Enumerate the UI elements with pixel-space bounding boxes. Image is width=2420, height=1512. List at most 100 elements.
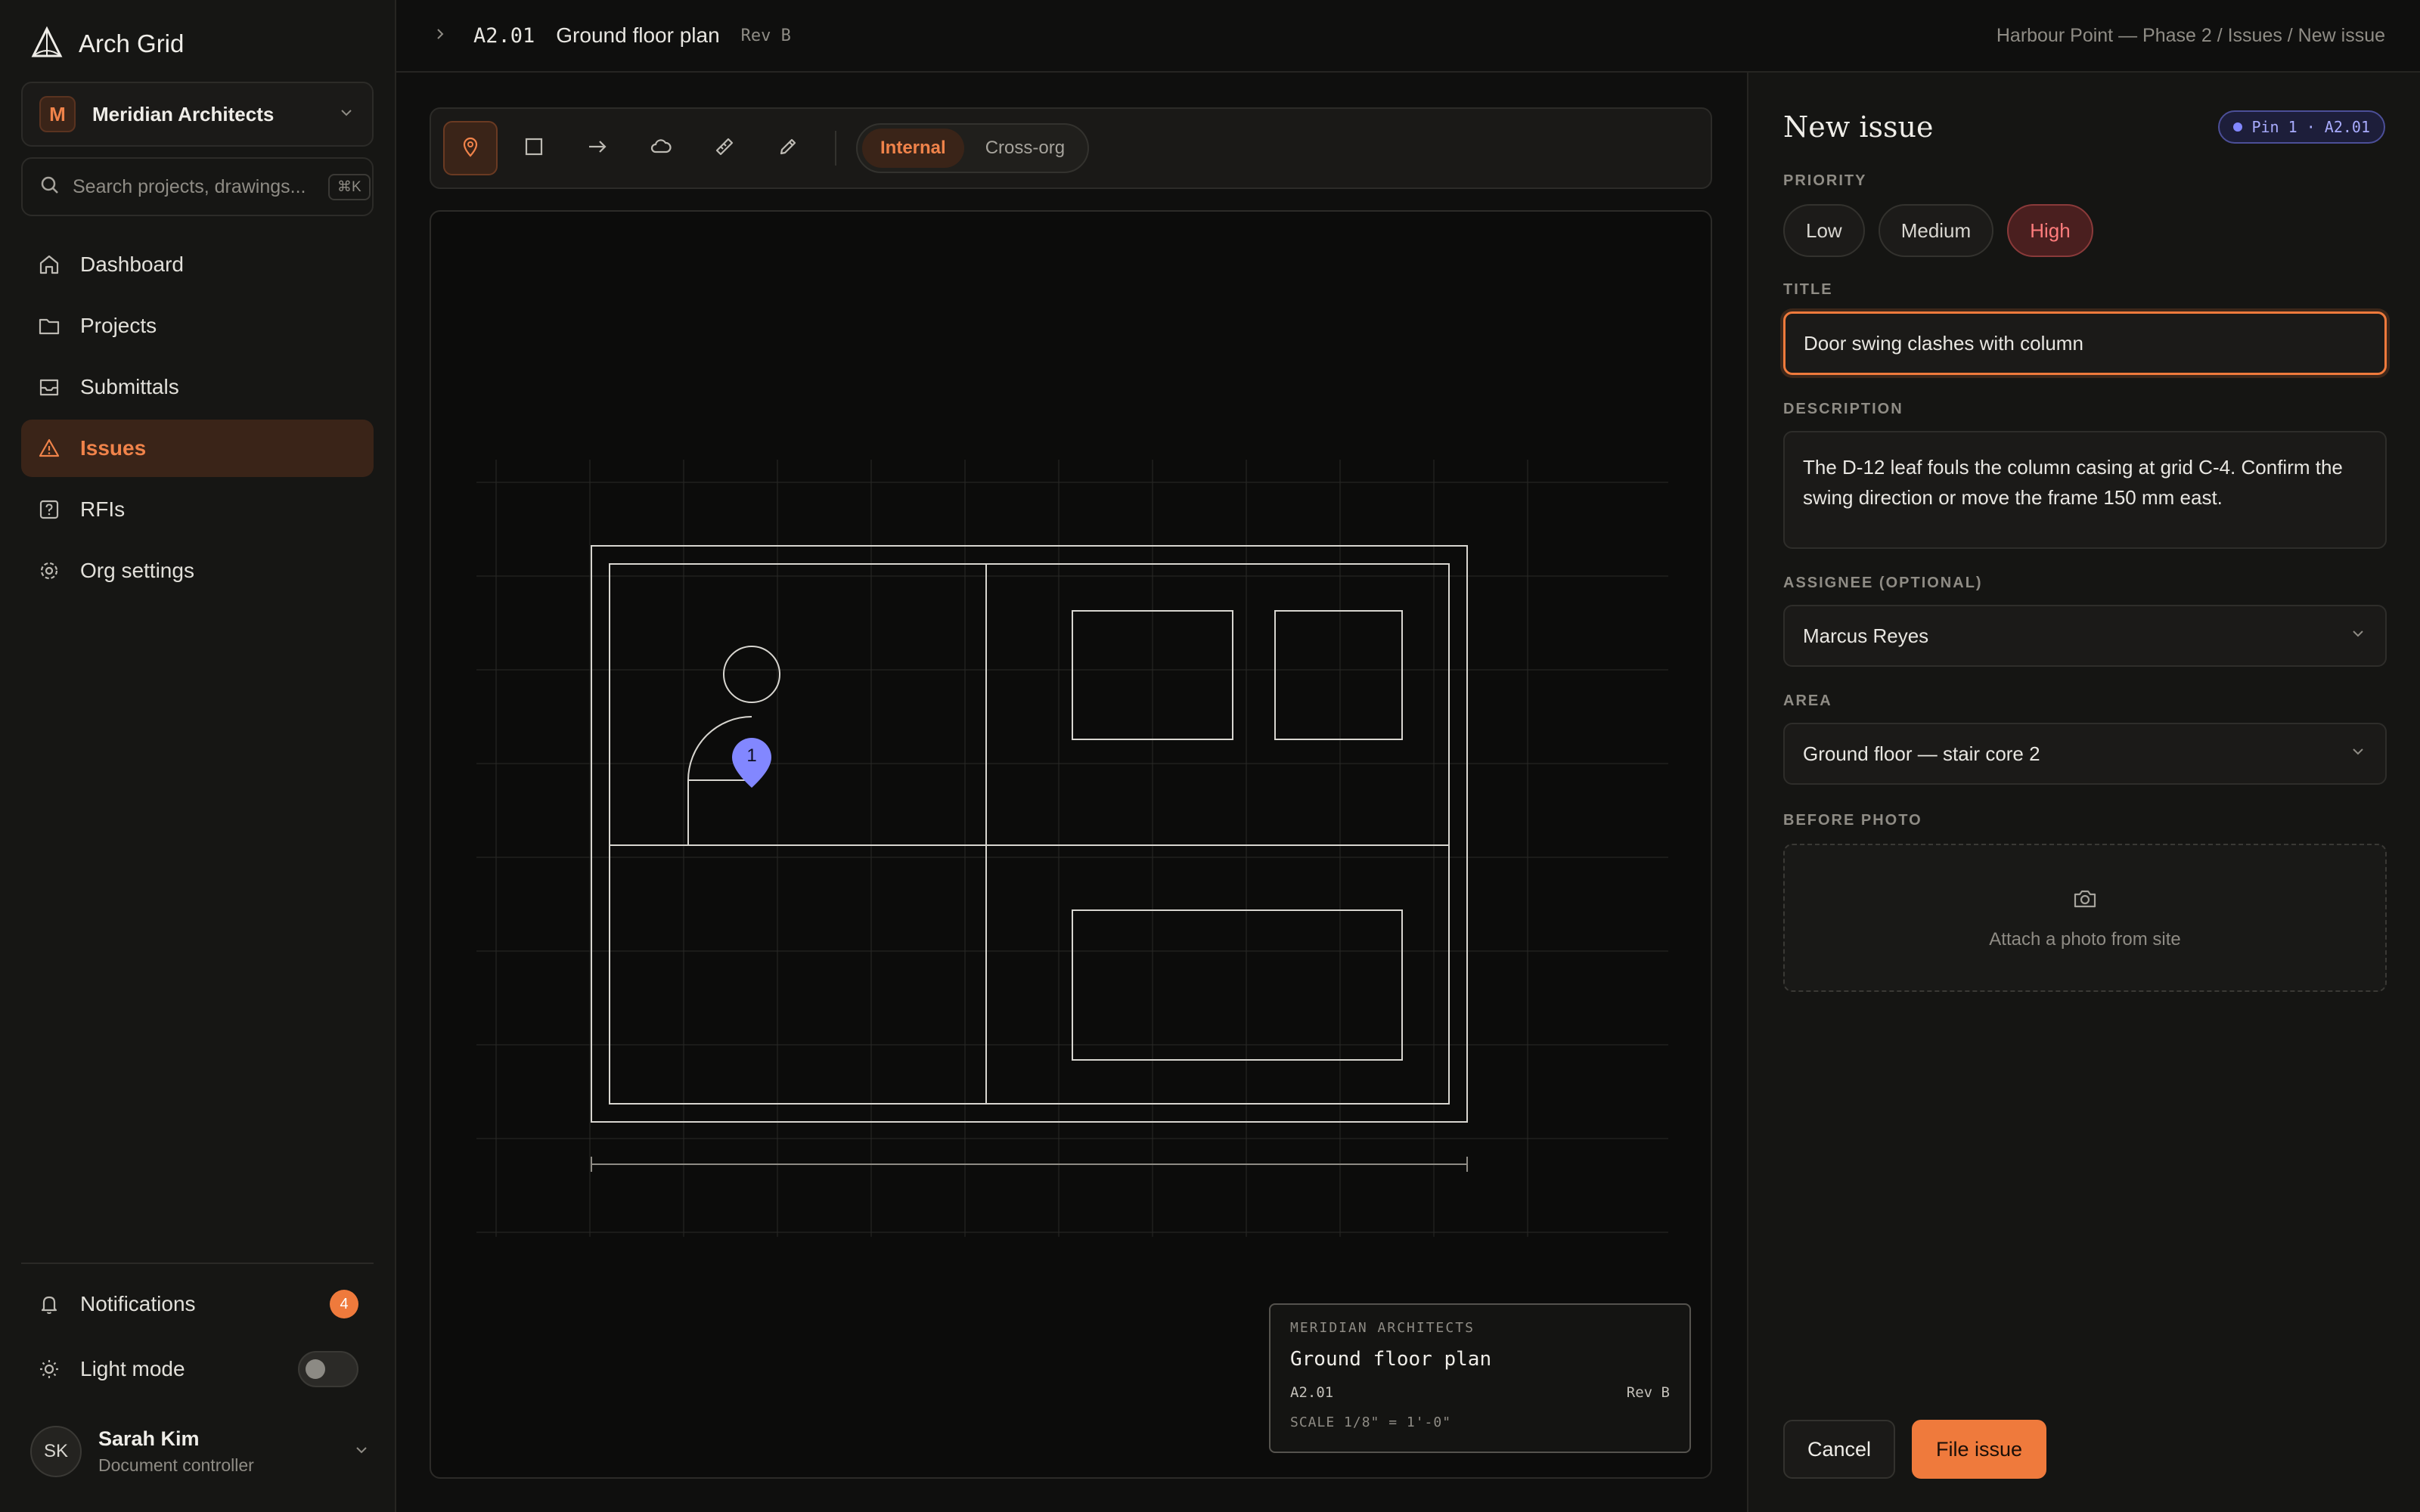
description-value: The D-12 leaf fouls the column casing at… <box>1803 456 2343 509</box>
light-mode-item: Light mode <box>21 1343 374 1396</box>
org-switcher[interactable]: M Meridian Architects <box>21 82 374 147</box>
arrow-icon <box>586 135 609 162</box>
nav-item-org-settings[interactable]: Org settings <box>21 542 374 600</box>
visibility-cross-org-option[interactable]: Cross-org <box>967 129 1083 168</box>
title-block-revision: Rev B <box>1626 1384 1670 1401</box>
cloud-icon <box>650 135 672 162</box>
notifications-item[interactable]: Notifications 4 <box>21 1278 374 1331</box>
top-bar: A2.01 Ground floor plan Rev B Harbour Po… <box>396 0 2420 73</box>
nav-label: RFIs <box>80 497 126 521</box>
issue-pin-marker[interactable]: 1 <box>729 735 774 791</box>
nav-label: Dashboard <box>80 253 184 276</box>
notifications-label: Notifications <box>80 1292 196 1315</box>
app-name: Arch Grid <box>79 29 185 57</box>
sheet-revision: Rev B <box>740 26 791 45</box>
pin-badge: Pin 1 · A2.01 <box>2218 110 2385 144</box>
light-mode-toggle[interactable] <box>298 1351 358 1387</box>
breadcrumb: Harbour Point — Phase 2 / Issues / New i… <box>1996 24 2385 46</box>
area-select[interactable]: Ground floor — stair core 2 <box>1783 723 2387 785</box>
rectangle-icon <box>523 135 545 162</box>
pin-marker-number: 1 <box>746 745 757 766</box>
toolbar-separator <box>835 131 836 166</box>
search-input[interactable] <box>73 175 316 198</box>
photo-label: BEFORE PHOTO <box>1783 812 1922 829</box>
pencil-icon <box>777 135 799 162</box>
nav-item-submittals[interactable]: Submittals <box>21 358 374 416</box>
warning-icon <box>36 435 62 461</box>
assignee-select[interactable]: Marcus Reyes <box>1783 605 2387 667</box>
priority-high-button[interactable]: High <box>2007 204 2093 257</box>
gear-icon <box>36 558 62 584</box>
cloud-tool-button[interactable] <box>634 121 688 175</box>
chevron-down-icon <box>2349 742 2367 766</box>
main-nav: Dashboard Projects Submittals Issues RFI… <box>21 236 374 603</box>
user-menu[interactable]: SK Sarah Kim Document controller <box>30 1421 371 1482</box>
user-name: Sarah Kim <box>98 1427 200 1450</box>
user-info: Sarah Kim Document controller <box>98 1427 254 1476</box>
brand[interactable]: Arch Grid <box>30 26 184 62</box>
area-value: Ground floor — stair core 2 <box>1803 742 2040 765</box>
arrow-tool-button[interactable] <box>570 121 625 175</box>
title-block-code: A2.01 <box>1290 1384 1334 1401</box>
sheet-title: Ground floor plan <box>556 23 720 47</box>
nav-item-projects[interactable]: Projects <box>21 297 374 355</box>
rectangle-tool-button[interactable] <box>507 121 561 175</box>
chevron-down-icon <box>2349 624 2367 648</box>
notifications-count-badge: 4 <box>330 1290 358 1318</box>
title-block-scale: SCALE 1/8" = 1'-0" <box>1290 1414 1452 1430</box>
inbox-icon <box>36 374 62 400</box>
pin-dot-icon <box>2233 122 2243 132</box>
description-label: DESCRIPTION <box>1783 401 1903 417</box>
floor-plan-drawing <box>476 460 1668 1237</box>
nav-item-rfis[interactable]: RFIs <box>21 481 374 538</box>
org-name: Meridian Architects <box>92 102 275 125</box>
chevron-right-icon[interactable] <box>431 25 449 47</box>
priority-low-button[interactable]: Low <box>1783 204 1865 257</box>
measure-tool-button[interactable] <box>697 121 752 175</box>
bell-icon <box>36 1291 62 1317</box>
folder-icon <box>36 313 62 339</box>
home-icon <box>36 252 62 277</box>
nav-label: Org settings <box>80 559 194 582</box>
pencil-tool-button[interactable] <box>761 121 815 175</box>
assignee-value: Marcus Reyes <box>1803 624 1929 647</box>
photo-hint: Attach a photo from site <box>1989 928 2181 950</box>
chevron-down-icon <box>337 104 355 125</box>
file-issue-button[interactable]: File issue <box>1912 1420 2047 1479</box>
title-input-value: Door swing clashes with column <box>1804 331 2083 355</box>
title-label: TITLE <box>1783 281 1833 298</box>
search-icon <box>39 175 60 200</box>
nav-label: Issues <box>80 436 147 460</box>
priority-medium-button[interactable]: Medium <box>1878 204 1994 257</box>
description-textarea[interactable]: The D-12 leaf fouls the column casing at… <box>1783 431 2387 549</box>
search-box[interactable]: ⌘K <box>21 157 374 216</box>
photo-dropzone[interactable]: Attach a photo from site <box>1783 844 2387 992</box>
visibility-toggle: Internal Cross-org <box>856 123 1090 173</box>
chevron-down-icon <box>352 1441 371 1463</box>
question-icon <box>36 497 62 522</box>
search-shortcut: ⌘K <box>328 173 371 200</box>
nav-item-issues[interactable]: Issues <box>21 420 374 477</box>
pin-icon <box>459 135 482 162</box>
sidebar-divider <box>21 1263 374 1264</box>
camera-icon <box>2072 886 2098 916</box>
title-block-title: Ground floor plan <box>1290 1348 1492 1371</box>
arch-grid-logo-icon <box>30 26 64 63</box>
measure-icon <box>713 135 736 162</box>
nav-label: Submittals <box>80 375 179 398</box>
sidebar: Arch Grid M Meridian Architects ⌘K Dashb… <box>0 0 396 1512</box>
pin-tool-button[interactable] <box>443 121 498 175</box>
avatar: SK <box>30 1426 82 1477</box>
cancel-button[interactable]: Cancel <box>1783 1420 1896 1479</box>
title-input[interactable]: Door swing clashes with column <box>1783 311 2387 375</box>
visibility-internal-option[interactable]: Internal <box>862 129 964 168</box>
user-role: Document controller <box>98 1455 254 1475</box>
new-issue-panel: New issue Pin 1 · A2.01 PRIORITY Low Med… <box>1747 73 2420 1512</box>
nav-item-dashboard[interactable]: Dashboard <box>21 236 374 293</box>
panel-title: New issue <box>1783 110 1934 144</box>
org-badge: M <box>39 96 76 132</box>
title-block-row: A2.01 Rev B <box>1290 1384 1670 1401</box>
title-block-org: MERIDIAN ARCHITECTS <box>1290 1320 1475 1336</box>
drawing-canvas[interactable]: 1 MERIDIAN ARCHITECTS Ground floor plan … <box>430 210 1712 1479</box>
sheet-code: A2.01 <box>473 23 535 48</box>
